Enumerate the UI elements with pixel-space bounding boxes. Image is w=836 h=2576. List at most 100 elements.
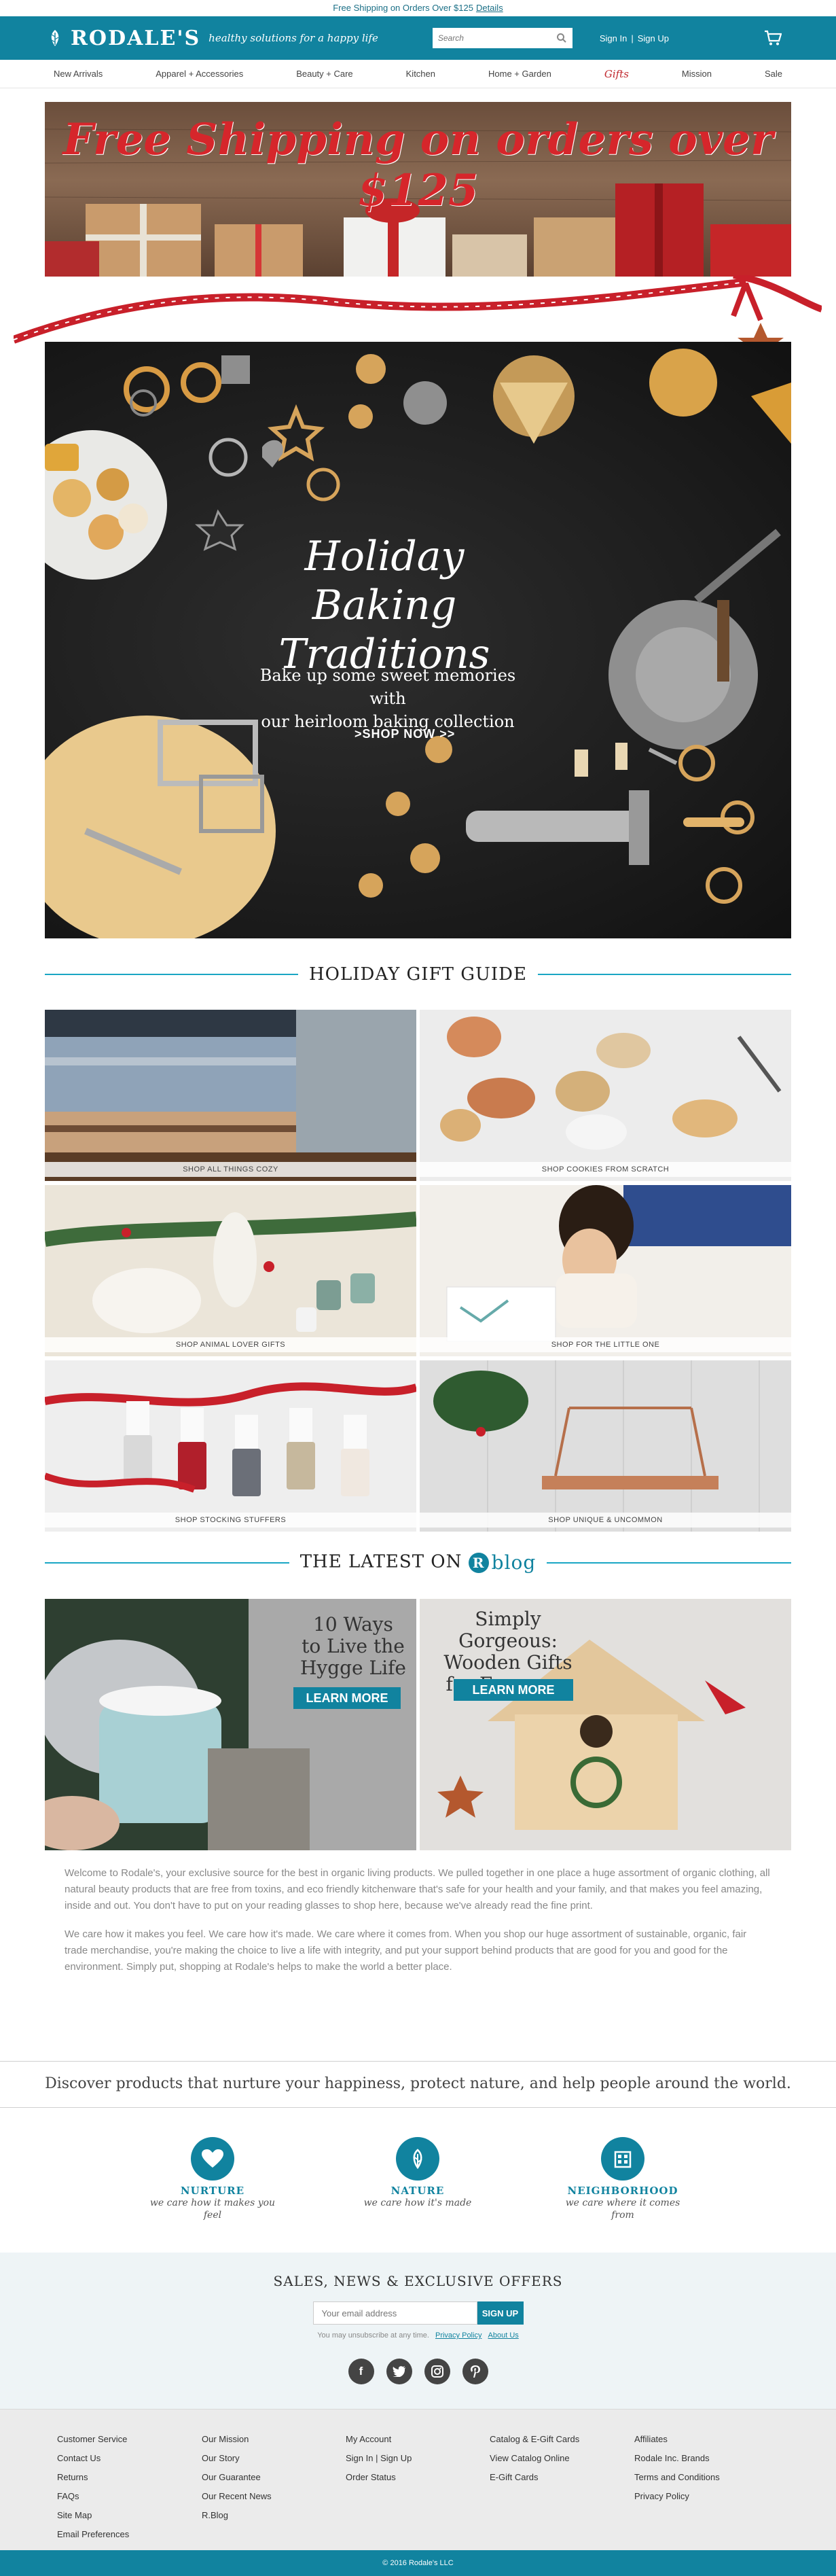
- footer-link[interactable]: Our Recent News: [202, 2487, 272, 2506]
- search-input[interactable]: [437, 33, 556, 43]
- nav-beauty[interactable]: Beauty + Care: [296, 69, 352, 79]
- blog-card-hygge[interactable]: 10 Ways to Live the Hygge Life LEARN MOR…: [45, 1599, 416, 1850]
- footer-link[interactable]: Our Guarantee: [202, 2468, 272, 2487]
- footer-link[interactable]: FAQs: [57, 2487, 129, 2506]
- footer-link[interactable]: Returns: [57, 2468, 129, 2487]
- footer-link[interactable]: Terms and Conditions: [634, 2468, 720, 2487]
- footer-link[interactable]: Catalog & E-Gift Cards: [490, 2430, 579, 2449]
- account-separator: |: [631, 33, 634, 43]
- value-description-line2: from: [611, 2210, 634, 2221]
- pinterest-icon[interactable]: [462, 2359, 488, 2384]
- newsletter-fineprint: You may unsubscribe at any time. Privacy…: [0, 2331, 836, 2340]
- tile-unique[interactable]: SHOP UNIQUE & UNCOMMON: [420, 1360, 791, 1532]
- promo-bar: Free Shipping on Orders Over $125 Details: [0, 0, 836, 16]
- footer-link[interactable]: Customer Service: [57, 2430, 129, 2449]
- heart-icon: [191, 2137, 234, 2181]
- tile-cozy[interactable]: SHOP ALL THINGS COZY: [45, 1010, 416, 1181]
- copyright: © 2016 Rodale's LLC: [0, 2550, 836, 2576]
- footer-link[interactable]: Email Preferences: [57, 2525, 129, 2544]
- divider: [0, 2107, 836, 2108]
- value-neighborhood[interactable]: NEIGHBORHOOD we care where it comes from: [548, 2137, 697, 2221]
- tile-label: SHOP ANIMAL LOVER GIFTS: [45, 1337, 416, 1352]
- tile-stocking-stuffers[interactable]: SHOP STOCKING STUFFERS: [45, 1360, 416, 1532]
- instagram-icon[interactable]: [424, 2359, 450, 2384]
- nav-sale[interactable]: Sale: [765, 69, 782, 79]
- promo-text: Free Shipping on Orders Over $125: [333, 3, 473, 13]
- footer-link[interactable]: View Catalog Online: [490, 2449, 579, 2468]
- logo[interactable]: RODALE'S: [45, 27, 200, 50]
- footer-link[interactable]: Rodale Inc. Brands: [634, 2449, 720, 2468]
- tile-cookies[interactable]: SHOP COOKIES FROM SCRATCH: [420, 1010, 791, 1181]
- value-description: we care how it's made: [343, 2197, 492, 2209]
- footer-link[interactable]: Our Mission: [202, 2430, 272, 2449]
- unsubscribe-note: You may unsubscribe at any time.: [317, 2331, 429, 2340]
- footer-column-3: My Account Sign In | Sign Up Order Statu…: [346, 2430, 412, 2487]
- footer-column-4: Catalog & E-Gift Cards View Catalog Onli…: [490, 2430, 579, 2487]
- privacy-policy-link[interactable]: Privacy Policy: [435, 2331, 481, 2340]
- email-input[interactable]: [312, 2301, 477, 2325]
- nav-kitchen[interactable]: Kitchen: [406, 69, 435, 79]
- nav-gifts[interactable]: Gifts: [604, 68, 629, 80]
- free-shipping-banner[interactable]: Free Shipping on orders over $125: [45, 102, 791, 277]
- search-icon[interactable]: [556, 33, 567, 43]
- intro-paragraph-1: Welcome to Rodale's, your exclusive sour…: [65, 1867, 770, 1911]
- blog-heading: THE LATEST ON R blog: [45, 1551, 791, 1574]
- sign-up-link[interactable]: Sign Up: [638, 33, 669, 43]
- hero-title: Holiday Baking Traditions: [235, 532, 534, 679]
- hero-banner[interactable]: Holiday Baking Traditions Bake up some s…: [45, 342, 791, 938]
- footer-link[interactable]: Affiliates: [634, 2430, 720, 2449]
- about-us-link[interactable]: About Us: [488, 2331, 519, 2340]
- blog-card-wooden-gifts[interactable]: Simply Gorgeous: Wooden Gifts for Everyo…: [420, 1599, 791, 1850]
- footer-link[interactable]: Sign In | Sign Up: [346, 2449, 412, 2468]
- gift-guide-heading: HOLIDAY GIFT GUIDE: [45, 964, 791, 985]
- footer-link[interactable]: Contact Us: [57, 2449, 129, 2468]
- tile-little-one[interactable]: SHOP FOR THE LITTLE ONE: [420, 1185, 791, 1356]
- blog-heading-title: THE LATEST ON R blog: [289, 1551, 547, 1574]
- footer-link[interactable]: My Account: [346, 2430, 412, 2449]
- nav-new-arrivals[interactable]: New Arrivals: [54, 69, 103, 79]
- value-name: NEIGHBORHOOD: [567, 2185, 678, 2197]
- nav-mission[interactable]: Mission: [682, 69, 712, 79]
- tile-animal-lover[interactable]: SHOP ANIMAL LOVER GIFTS: [45, 1185, 416, 1356]
- intro-paragraph-2: We care how it makes you feel. We care h…: [65, 1928, 747, 1973]
- tile-label: SHOP UNIQUE & UNCOMMON: [420, 1513, 791, 1528]
- value-description: we care how it makes you feel: [138, 2197, 287, 2221]
- cart-icon[interactable]: [764, 30, 782, 46]
- leaf-logo-icon: [45, 28, 65, 48]
- sign-in-link[interactable]: Sign In: [600, 33, 627, 43]
- copper-feeder-photo: [420, 1360, 791, 1532]
- twitter-icon[interactable]: [386, 2359, 412, 2384]
- heading-rule-right: [538, 974, 791, 975]
- footer-link[interactable]: Privacy Policy: [634, 2487, 720, 2506]
- blog-learn-more-button[interactable]: LEARN MORE: [454, 1679, 573, 1701]
- newsletter-title: SALES, NEWS & EXCLUSIVE OFFERS: [273, 2273, 563, 2289]
- nav-apparel[interactable]: Apparel + Accessories: [156, 69, 243, 79]
- footer-link[interactable]: Our Story: [202, 2449, 272, 2468]
- value-nature[interactable]: NATURE we care how it's made: [343, 2137, 492, 2209]
- footer-link[interactable]: Order Status: [346, 2468, 412, 2487]
- red-ribbon-decoration: [14, 275, 822, 350]
- promo-details-link[interactable]: Details: [476, 3, 503, 13]
- social-links: f: [0, 2359, 836, 2384]
- tile-label: SHOP ALL THINGS COZY: [45, 1162, 416, 1177]
- mission-tagline: Discover products that nurture your happ…: [45, 2075, 791, 2092]
- blog-learn-more-button[interactable]: LEARN MORE: [293, 1687, 401, 1709]
- hero-shop-now-link[interactable]: >SHOP NOW >>: [355, 727, 455, 741]
- value-nurture[interactable]: NURTURE we care how it makes you feel: [138, 2137, 287, 2221]
- cozy-blankets-photo: [45, 1010, 416, 1181]
- footer-link[interactable]: R.Blog: [202, 2506, 272, 2525]
- child-coloring-photo: [420, 1185, 791, 1356]
- footer-link[interactable]: Site Map: [57, 2506, 129, 2525]
- nav-home-garden[interactable]: Home + Garden: [488, 69, 551, 79]
- footer-link[interactable]: E-Gift Cards: [490, 2468, 579, 2487]
- tile-label: SHOP COOKIES FROM SCRATCH: [420, 1162, 791, 1177]
- facebook-icon[interactable]: f: [348, 2359, 374, 2384]
- site-footer: Customer Service Contact Us Returns FAQs…: [0, 2409, 836, 2550]
- heading-rule-left: [45, 974, 298, 975]
- rblog-logo[interactable]: R blog: [468, 1551, 537, 1574]
- blog-card-headline: 10 Ways to Live the Hygge Life: [293, 1614, 413, 1679]
- value-description-line1: we care how it makes you: [149, 2198, 276, 2208]
- hero-title-line1: Holiday: [304, 533, 465, 580]
- signup-button[interactable]: SIGN UP: [477, 2301, 524, 2325]
- blog-card-line2: to Live the: [302, 1635, 405, 1657]
